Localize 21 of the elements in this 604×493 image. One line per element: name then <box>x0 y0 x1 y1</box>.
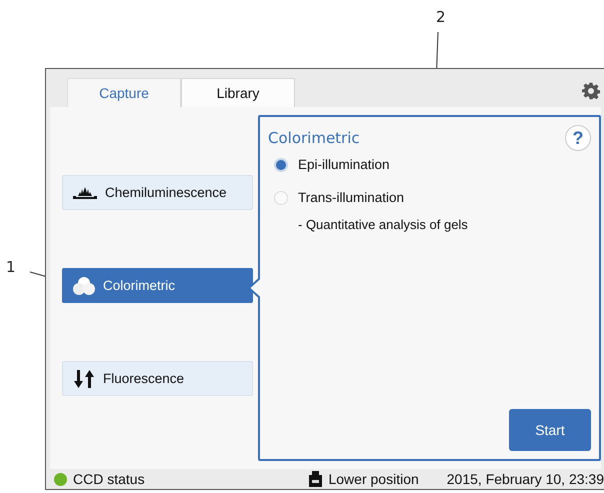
callout-number: 1 <box>6 258 16 276</box>
settings-icon[interactable] <box>582 82 600 100</box>
position-status: Lower position <box>328 471 419 487</box>
radio-option[interactable]: Epi-illumination <box>274 157 591 172</box>
tab[interactable]: Library <box>181 78 295 107</box>
callout-number: 2 <box>436 8 446 26</box>
arrows-icon <box>73 370 95 388</box>
start-button[interactable]: Start <box>509 409 591 451</box>
mode-button[interactable]: Fluorescence <box>62 361 253 396</box>
mode-button[interactable]: Colorimetric <box>62 268 253 303</box>
panel-title: Colorimetric <box>268 129 360 147</box>
glow-icon <box>73 186 97 198</box>
circles-icon <box>73 276 95 296</box>
ccd-status: CCD status <box>73 471 145 487</box>
tab[interactable]: Capture <box>67 78 181 107</box>
help-button[interactable]: ? <box>565 125 591 151</box>
description-text: - Quantitative analysis of gels <box>298 217 469 232</box>
mode-button[interactable]: Chemiluminescence <box>62 175 253 210</box>
date-time: 2015, February 10, 23:39 <box>446 471 604 487</box>
camera-icon <box>309 471 322 487</box>
radio-option[interactable]: Trans-illumination <box>274 190 591 205</box>
